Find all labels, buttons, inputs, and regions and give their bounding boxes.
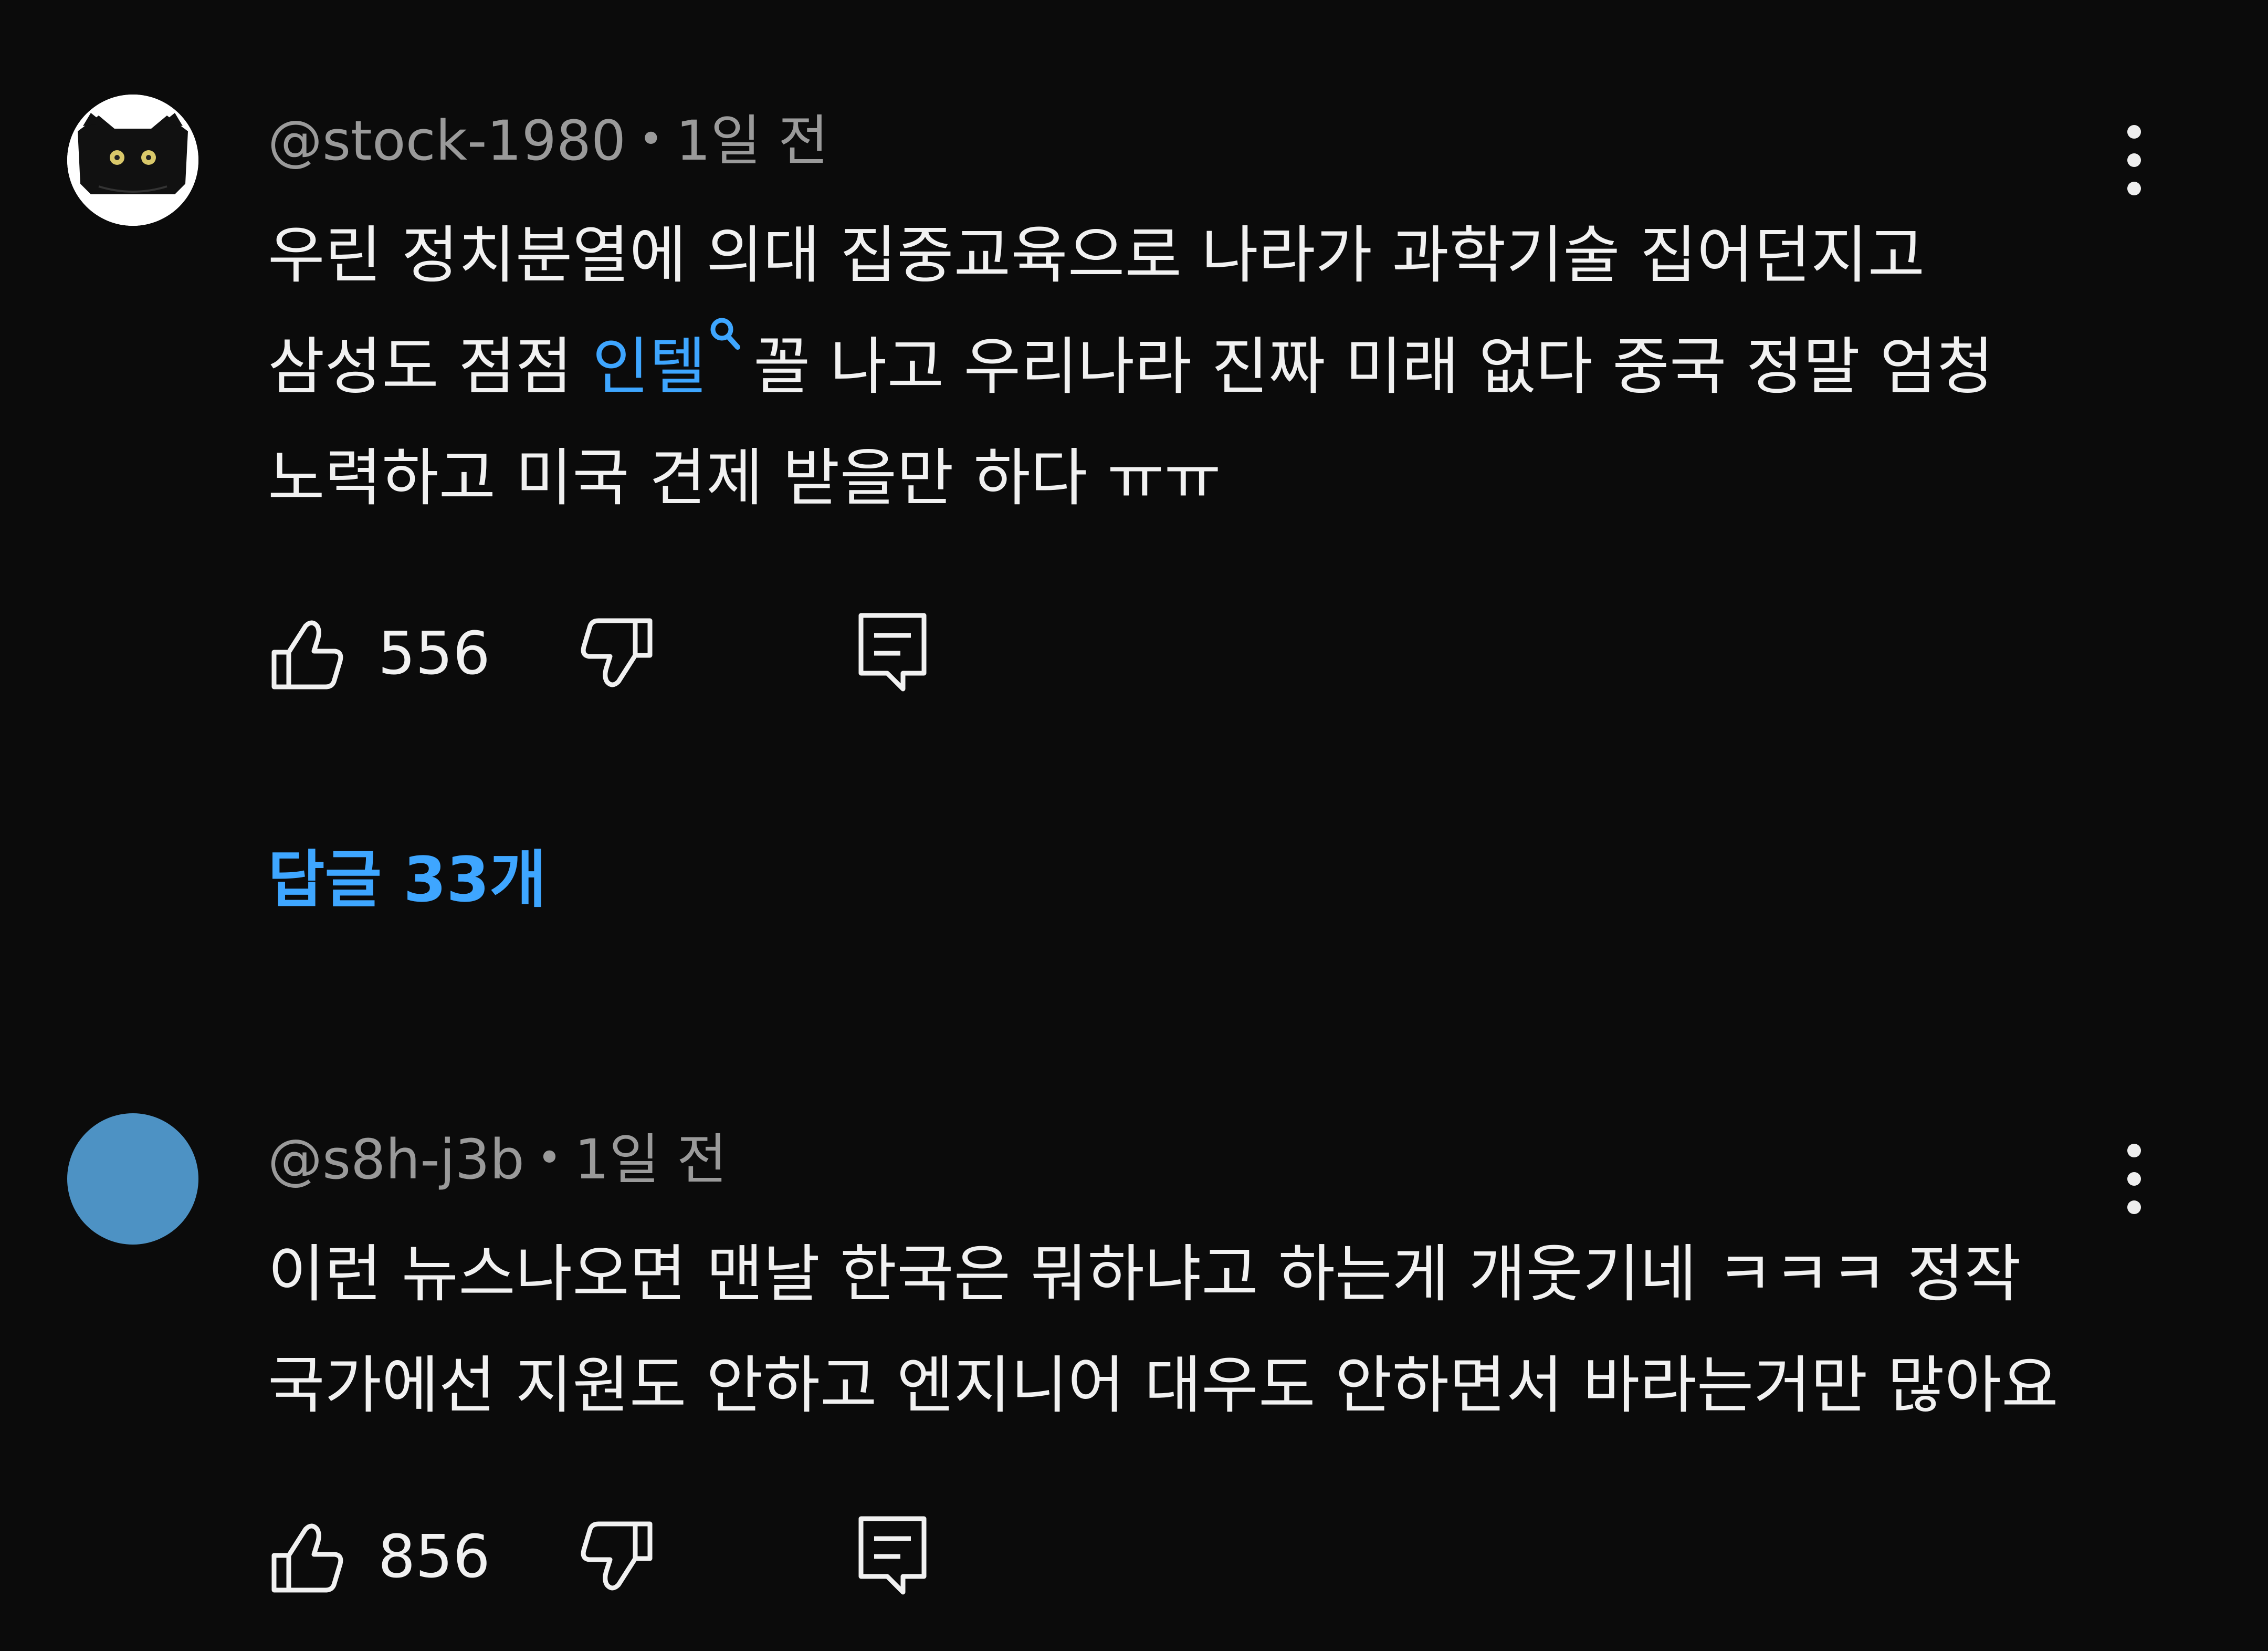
comment-time[interactable]: 1일 전 [574,1127,727,1192]
comment-line-part: 꼴 나고 우리나라 진짜 미래 없다 중국 정말 엄청 [753,330,1994,403]
thumb-down-icon[interactable] [578,614,656,693]
like-count: 556 [378,620,490,688]
comment-actions: 856 [268,1507,1003,1602]
comment-actions: 556 [268,604,1003,698]
search-icon[interactable] [706,315,743,357]
meta-separator: • [638,114,664,163]
more-vert-icon[interactable] [2110,1140,2158,1218]
more-vert-icon[interactable] [2110,121,2158,200]
cat-avatar-image [67,95,198,226]
avatar[interactable] [67,1113,198,1245]
reply-comment-icon[interactable] [856,610,929,694]
comment-line: 이런 뉴스나오면 맨날 한국은 뭐하냐고 하는게 개웃기네 ㅋㅋㅋ 정작 [268,1238,2021,1310]
meta-separator: • [537,1133,562,1182]
thumb-up-icon[interactable] [268,1518,346,1596]
thumb-up-icon[interactable] [268,614,346,693]
comment-line: 노력하고 미국 견제 받을만 하다 ㅠㅠ [268,442,1221,514]
comment-text: 이런 뉴스나오면 맨날 한국은 뭐하냐고 하는게 개웃기네 ㅋㅋㅋ 정작 국가에… [268,1218,2059,1441]
comment-text: 우린 정치분열에 의대 집중교육으로 나라가 과학기술 집어던지고 삼성도 점점… [268,200,1994,534]
author-name[interactable]: @s8h-j3b [268,1127,524,1192]
search-link[interactable]: 인텔 [592,330,706,403]
comment-line: 우린 정치분열에 의대 집중교육으로 나라가 과학기술 집어던지고 [268,219,1925,291]
author-name[interactable]: @stock-1980 [268,109,626,173]
comment-meta: @s8h-j3b • 1일 전 [268,1124,727,1194]
comment-line: 삼성도 점점 인텔 꼴 나고 우리나라 진짜 미래 없다 중국 정말 엄청 [268,311,1994,422]
like-count: 856 [378,1523,490,1591]
comment-meta: @stock-1980 • 1일 전 [268,105,828,175]
avatar[interactable] [67,95,198,226]
replies-toggle[interactable]: 답글 33개 [268,840,547,919]
comment-line-part: 삼성도 점점 [268,330,573,403]
thumb-down-icon[interactable] [578,1518,656,1596]
comment-time[interactable]: 1일 전 [676,109,828,173]
comment-line: 국가에선 지원도 안하고 엔지니어 대우도 안하면서 바라는거만 많아요 [268,1349,2059,1422]
reply-comment-icon[interactable] [856,1513,929,1597]
